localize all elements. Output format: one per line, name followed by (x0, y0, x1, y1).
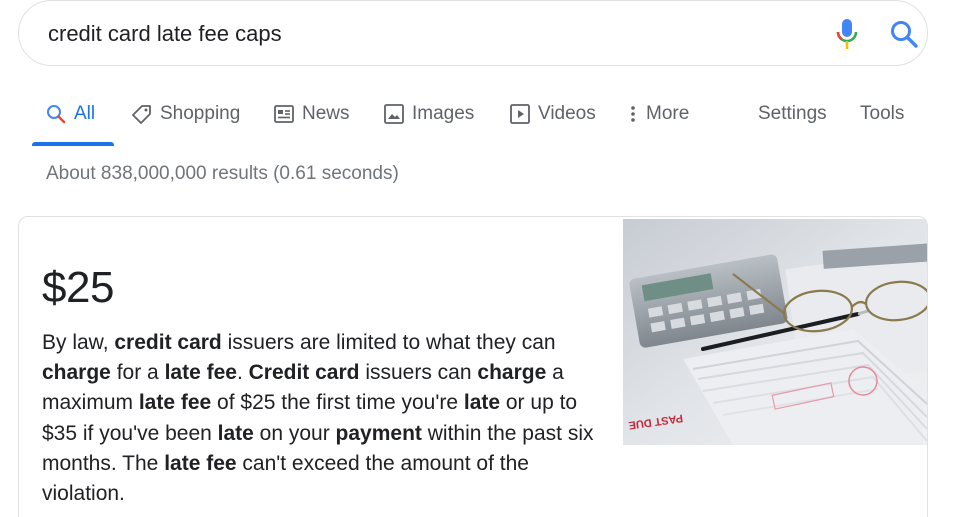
search-tabs: All Shopping News Images Videos More Set… (0, 96, 960, 146)
tab-videos[interactable]: Videos (510, 96, 596, 132)
snippet-keyword: Credit card (248, 361, 360, 385)
tab-news[interactable]: News (274, 96, 350, 132)
snippet-text-segment: issuers can (359, 361, 478, 385)
tab-all[interactable]: All (46, 96, 95, 132)
snippet-text-segment: on your (253, 421, 336, 445)
tab-shopping[interactable]: Shopping (132, 96, 240, 132)
search-icon[interactable] (889, 19, 919, 49)
settings-link[interactable]: Settings (758, 96, 827, 132)
result-stats: About 838,000,000 results (0.61 seconds) (46, 163, 399, 184)
tab-label: All (74, 103, 96, 124)
search-box[interactable] (18, 0, 928, 66)
snippet-keyword: late fee (164, 451, 237, 475)
tab-label: Videos (538, 103, 596, 124)
snippet-text-segment: issuers are limited to what they can (221, 331, 556, 354)
snippet-text-segment: of $25 the first time you're (211, 391, 464, 415)
snippet-keyword: late fee (164, 361, 237, 385)
snippet-image[interactable]: PAST DUE (623, 219, 927, 445)
search-input[interactable] (48, 20, 788, 48)
snippet-text-segment: . (236, 361, 249, 385)
snippet-keyword: charge (477, 361, 547, 385)
image-icon (384, 104, 404, 124)
tools-label: Tools (860, 103, 905, 124)
tab-label: More (646, 103, 690, 124)
active-tab-indicator (32, 142, 114, 146)
newspaper-icon (274, 105, 294, 123)
snippet-keyword: payment (335, 421, 422, 445)
snippet-keyword: charge (42, 361, 111, 385)
tab-images[interactable]: Images (384, 96, 474, 132)
tab-more[interactable]: More (628, 96, 689, 132)
microphone-icon[interactable] (834, 18, 860, 50)
featured-snippet-text: By law, credit card issuers are limited … (42, 328, 602, 509)
featured-snippet-card: $25 By law, credit card issuers are limi… (18, 216, 928, 517)
snippet-keyword: late (463, 391, 501, 415)
tab-label: News (302, 103, 350, 124)
snippet-text-segment: for a (110, 361, 165, 385)
snippet-keyword: credit card (114, 331, 222, 354)
tab-label: Shopping (160, 103, 241, 124)
snippet-keyword: late fee (138, 391, 212, 415)
settings-label: Settings (758, 103, 827, 124)
more-vertical-icon (628, 104, 638, 124)
play-icon (510, 104, 530, 124)
search-icon (46, 104, 66, 124)
tools-link[interactable]: Tools (860, 96, 904, 132)
featured-answer: $25 (42, 263, 114, 312)
tab-label: Images (412, 103, 475, 124)
tag-icon (132, 104, 152, 124)
snippet-keyword: late (217, 421, 254, 445)
snippet-text-segment: By law, (42, 331, 115, 354)
